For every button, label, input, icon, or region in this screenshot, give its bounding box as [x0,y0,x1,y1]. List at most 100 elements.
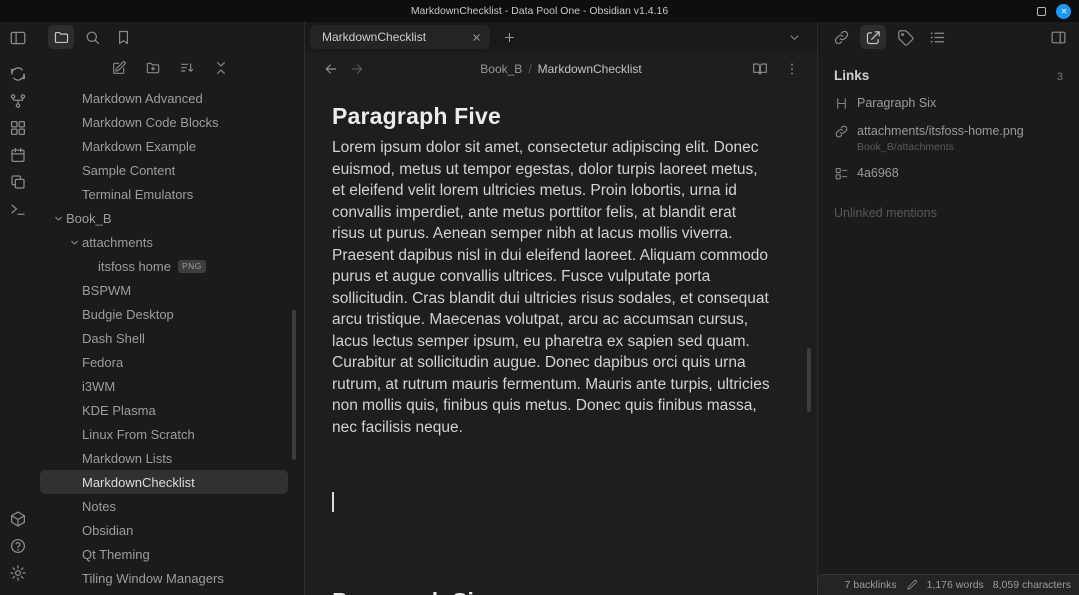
command-palette-button[interactable] [5,196,31,222]
tree-file[interactable]: Qt Theming [40,542,288,566]
window-controls [1037,0,1071,22]
collapse-chevron-icon[interactable] [68,236,81,249]
window-title: MarkdownChecklist - Data Pool One - Obsi… [411,5,668,17]
link-item-label: attachments/itsfoss-home.png [857,124,1024,138]
right-sidebar-tabs [818,22,1079,52]
backlinks-tab[interactable] [828,25,854,49]
tree-file[interactable]: KDE Plasma [40,398,288,422]
sync-icon [9,65,27,83]
outgoing-links-tab[interactable] [860,25,886,49]
heading-paragraph-five: Paragraph Five [332,103,773,130]
outgoing-link-item[interactable]: attachments/itsfoss-home.png Book_B/attac… [834,124,1063,153]
tags-tab[interactable] [892,25,918,49]
bookmarks-tab[interactable] [110,25,136,49]
text-cursor [332,492,334,512]
vault-icon [9,510,27,528]
chevron-down-icon [787,30,802,45]
tree-file[interactable]: i3WM [40,374,288,398]
tree-file[interactable]: Sample Content [40,158,288,182]
backlink-count[interactable]: 7 backlinks [845,579,897,591]
tree-item-label: Obsidian [82,523,133,538]
new-tab-button[interactable] [497,25,521,49]
tree-item-label: Sample Content [82,163,175,178]
tree-item-label: BSPWM [82,283,131,298]
graph-view-button[interactable] [5,88,31,114]
sort-order-button[interactable] [174,56,200,80]
tree-item-label: Budgie Desktop [82,307,174,322]
tree-item-label: itsfoss home [98,259,171,274]
sort-icon [179,60,195,76]
tree-file[interactable]: Obsidian [40,518,288,542]
tree-file[interactable]: Notes [40,494,288,518]
insert-template-button[interactable] [5,169,31,195]
daily-note-button[interactable] [5,142,31,168]
right-sidebar-toggle-button[interactable] [1045,25,1071,49]
editor-scrollbar[interactable] [807,348,811,412]
tree-file[interactable]: Tiling Window Managers [40,566,288,590]
settings-button[interactable] [5,560,31,586]
unlinked-mentions-header[interactable]: Unlinked mentions [834,206,1063,220]
link-item-path: Book_B/attachments [857,141,1024,153]
editor-pane: MarkdownChecklist Book_B/MarkdownCheckli… [305,22,817,595]
sidebar-tabs [36,22,304,52]
file-tree: Markdown AdvancedMarkdown Code BlocksMar… [36,84,304,595]
tree-file[interactable]: Markdown Lists [40,446,288,470]
tree-file[interactable]: itsfoss home PNG [40,254,288,278]
breadcrumb-folder[interactable]: Book_B [480,62,522,76]
tree-item-label: Qt Theming [82,547,150,562]
outgoing-link-item[interactable]: 4a6968 [834,166,1063,181]
new-note-button[interactable] [106,56,132,80]
outgoing-link-item[interactable]: Paragraph Six [834,96,1063,111]
collapse-chevron-icon[interactable] [52,212,65,225]
files-tab[interactable] [48,25,74,49]
left-sidebar-toggle-button[interactable] [5,25,31,51]
tree-file[interactable]: Dash Shell [40,326,288,350]
calendar-icon [9,146,27,164]
settings-icon [9,564,27,582]
edit-mode-icon[interactable] [906,579,918,591]
tree-folder[interactable]: attachments [40,230,288,254]
folder-icon [53,29,70,46]
tree-folder[interactable]: Book_B [40,206,288,230]
bookmark-icon [115,29,132,46]
panel-right-icon [1050,29,1067,46]
sync-button[interactable] [5,61,31,87]
tree-file[interactable]: Markdown Code Blocks [40,110,288,134]
tree-item-label: KDE Plasma [82,403,156,418]
collapse-all-button[interactable] [208,56,234,80]
breadcrumb: Book_B/MarkdownChecklist [305,62,817,76]
tab-close-button[interactable] [468,29,484,45]
tree-file[interactable]: Markdown Example [40,134,288,158]
tree-item-label: attachments [82,235,153,250]
pencil-icon [906,579,918,591]
tree-file[interactable]: BSPWM [40,278,288,302]
panel-left-icon [9,29,27,47]
outline-tab[interactable] [924,25,950,49]
tree-item-label: i3WM [82,379,115,394]
templates-icon [9,173,27,191]
new-folder-button[interactable] [140,56,166,80]
note-editor[interactable]: Paragraph Five Lorem ipsum dolor sit ame… [305,86,817,595]
breadcrumb-file[interactable]: MarkdownChecklist [538,62,642,76]
tab-list-button[interactable] [783,26,805,48]
new-canvas-button[interactable] [5,115,31,141]
sidebar-scrollbar[interactable] [292,310,296,460]
file-type-badge: PNG [178,260,206,273]
search-tab[interactable] [79,25,105,49]
tree-file[interactable]: Budgie Desktop [40,302,288,326]
tree-file[interactable]: Linux From Scratch [40,422,288,446]
tab-markdownchecklist[interactable]: MarkdownChecklist [310,25,490,49]
ribbon [0,22,36,595]
tree-item-label: Markdown Advanced [82,91,203,106]
tree-file[interactable]: MarkdownChecklist [40,470,288,494]
vault-switcher-button[interactable] [5,506,31,532]
maximize-button[interactable] [1037,7,1046,16]
tree-file[interactable]: Markdown Advanced [40,86,288,110]
close-button[interactable] [1056,4,1071,19]
tree-file[interactable]: Terminal Emulators [40,182,288,206]
help-button[interactable] [5,533,31,559]
tree-file[interactable]: Fedora [40,350,288,374]
status-bar: 7 backlinks 1,176 words 8,059 characters [817,574,1079,595]
link-item-label: 4a6968 [857,166,899,180]
heading-icon [834,96,849,111]
